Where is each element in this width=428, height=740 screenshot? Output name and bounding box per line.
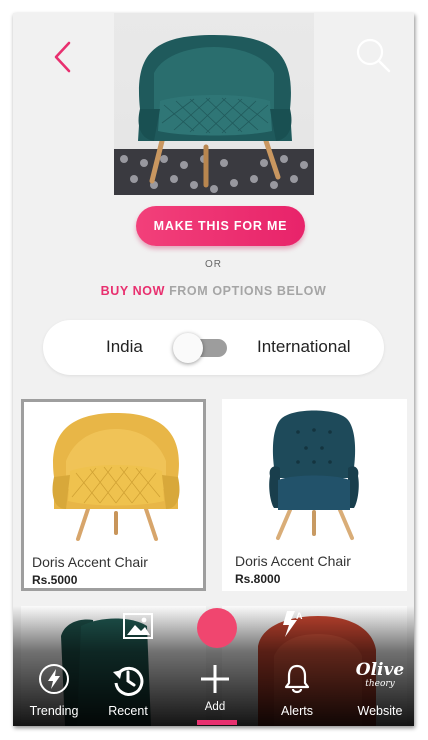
back-button[interactable]: [47, 37, 77, 77]
region-india-label[interactable]: India: [106, 337, 143, 357]
search-button[interactable]: [353, 35, 393, 75]
nav-recent[interactable]: Recent: [92, 663, 164, 723]
active-tab-indicator: [197, 720, 237, 725]
app-screen: MAKE THIS FOR ME OR BUY NOW FROM OPTIONS…: [13, 13, 414, 726]
nav-alerts-label: Alerts: [281, 704, 313, 718]
history-icon: [113, 666, 144, 696]
buy-now-line: BUY NOW FROM OPTIONS BELOW: [13, 284, 414, 298]
product-hero-image: [114, 13, 314, 195]
svg-text:A: A: [296, 611, 303, 621]
gallery-button[interactable]: [122, 612, 154, 640]
nav-alerts[interactable]: Alerts: [261, 663, 333, 723]
region-toggle[interactable]: [173, 333, 227, 363]
flash-auto-button[interactable]: A: [279, 609, 305, 639]
lightning-icon: [39, 664, 69, 694]
region-international-label[interactable]: International: [257, 337, 351, 357]
product-name: Doris Accent Chair: [32, 554, 148, 570]
or-divider-text: OR: [205, 259, 222, 270]
search-icon: [356, 38, 391, 73]
image-icon: [123, 613, 153, 639]
product-image: [234, 402, 394, 542]
nav-website[interactable]: Olive theory Website: [344, 660, 414, 723]
bell-icon: [284, 664, 310, 694]
make-this-for-me-button[interactable]: MAKE THIS FOR ME: [136, 206, 305, 246]
product-price: Rs.8000: [235, 572, 281, 586]
region-selector: India International: [43, 320, 384, 375]
nav-recent-label: Recent: [108, 704, 148, 718]
nav-trending[interactable]: Trending: [18, 663, 90, 723]
product-card[interactable]: Doris Accent Chair Rs.5000: [21, 399, 206, 591]
product-price: Rs.5000: [32, 573, 78, 587]
camera-capture-button[interactable]: [197, 608, 237, 648]
flash-auto-icon: A: [283, 611, 303, 637]
olive-theory-logo: Olive theory: [355, 660, 405, 689]
product-image: [36, 405, 196, 545]
product-card[interactable]: Doris Accent Chair Rs.8000: [222, 399, 407, 591]
product-name: Doris Accent Chair: [235, 553, 351, 569]
plus-icon: [201, 665, 229, 693]
nav-add[interactable]: Add: [179, 663, 251, 723]
nav-add-label: Add: [204, 701, 226, 713]
buy-now-subtext: FROM OPTIONS BELOW: [169, 284, 327, 298]
nav-trending-label: Trending: [29, 704, 79, 718]
buy-now-link[interactable]: BUY NOW: [101, 284, 165, 298]
toggle-knob: [173, 333, 203, 363]
nav-website-label: Website: [357, 704, 403, 718]
chevron-left-icon: [54, 41, 71, 73]
